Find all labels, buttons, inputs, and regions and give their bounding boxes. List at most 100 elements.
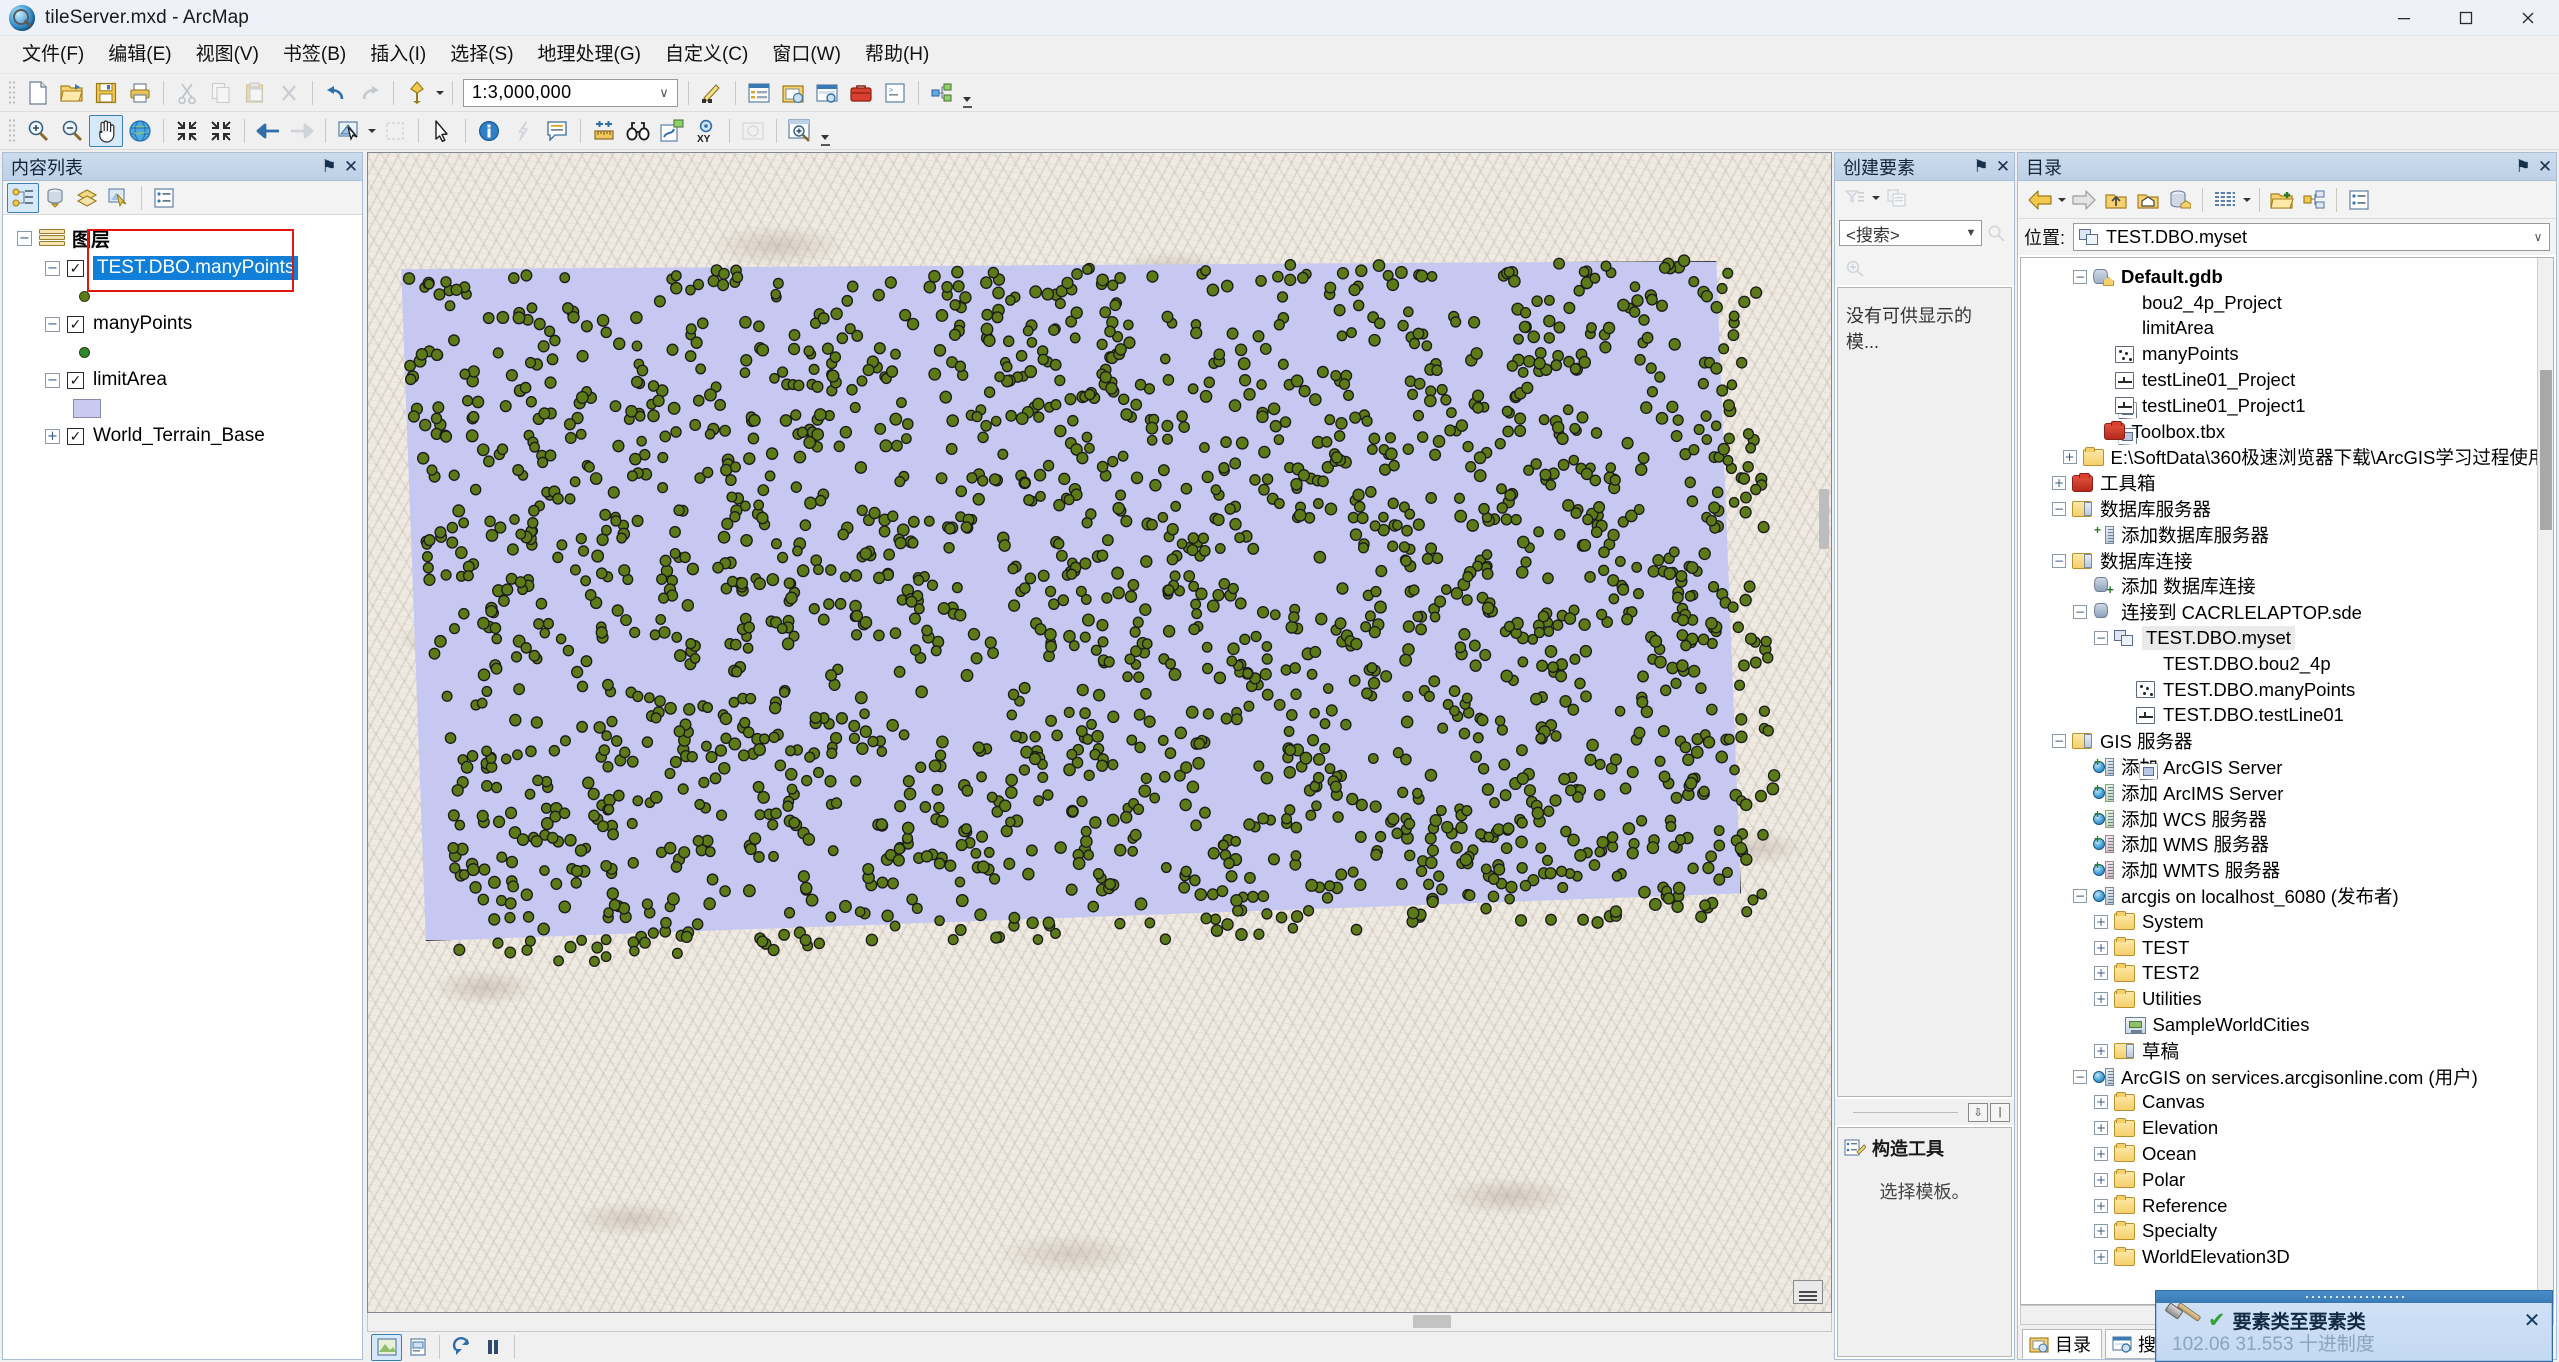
catalog-tree-item[interactable]: − Default.gdb [2021,264,2553,290]
back-extent-icon[interactable] [251,115,285,147]
pause-drawing-icon[interactable] [477,1334,508,1361]
default-geodatabase-icon[interactable] [2164,184,2196,216]
expander-icon[interactable]: + [2094,1224,2108,1239]
menu-customize[interactable]: 自定义(C) [653,38,760,72]
expander-icon[interactable]: + [45,428,60,444]
toolbar-grip[interactable] [8,79,17,106]
toc-root-layers[interactable]: − 图层 [3,223,362,253]
catalog-tree-item[interactable]: manyPoints [2021,341,2553,367]
list-by-source-icon[interactable] [39,183,71,213]
tools-toolbar-overflow[interactable] [817,114,833,148]
chevron-down-icon[interactable]: ∨ [655,85,673,101]
minimize-button[interactable] [2373,0,2435,36]
menu-insert[interactable]: 插入(I) [358,38,438,72]
catalog-tree-item[interactable]: + Specialty [2021,1218,2553,1244]
catalog-tree-item[interactable]: + Elevation [2021,1115,2553,1141]
expander-icon[interactable]: + [2094,1095,2108,1110]
save-icon[interactable] [89,77,123,109]
toc-tree[interactable]: − 图层 − ✓ TEST.DBO.manyPoints − ✓ manyPoi… [3,215,362,1359]
catalog-tree-item[interactable]: − ArcGIS on services.arcgisonline.com (用户… [2021,1064,2553,1090]
add-data-dropdown-caret[interactable] [434,77,446,109]
layer-visibility-checkbox[interactable]: ✓ [67,427,84,445]
table-of-contents-icon[interactable] [742,77,776,109]
collapse-chevrons-icon[interactable]: ⇩ [1968,1102,1988,1122]
toast-drag-grip[interactable] [2156,1291,2552,1303]
toggle-contents-panel-icon[interactable] [2298,184,2330,216]
list-by-selection-icon[interactable] [103,183,135,213]
select-elements-icon[interactable] [425,115,459,147]
catalog-tree-item[interactable]: + 添加 ArcIMS Server [2021,780,2553,806]
select-features-dropdown-caret[interactable] [366,115,378,147]
menu-window[interactable]: 窗口(W) [760,38,853,72]
go-to-xy-icon[interactable]: XY [689,115,723,147]
create-template-icon[interactable] [1840,254,1870,282]
chevron-down-icon[interactable]: ▼ [1963,227,1979,239]
organize-templates-icon[interactable] [1882,184,1912,212]
catalog-tree-item[interactable]: + 添加 WCS 服务器 [2021,806,2553,832]
open-map-icon[interactable] [55,77,89,109]
select-features-icon[interactable] [332,115,366,147]
view-details-icon[interactable] [2209,184,2241,216]
html-popup-icon[interactable] [540,115,574,147]
layer-visibility-checkbox[interactable]: ✓ [67,259,84,277]
menu-bookmarks[interactable]: 书签(B) [271,38,358,72]
back-icon[interactable] [2024,184,2056,216]
filter-templates-icon[interactable] [1840,184,1870,212]
search-window-icon[interactable] [810,77,844,109]
expander-icon[interactable]: − [2052,553,2066,568]
expander-icon[interactable]: − [2052,734,2066,749]
map-horizontal-scrollbar[interactable] [367,1313,1832,1332]
tools-toolbar-grip[interactable] [8,117,17,144]
editor-toolbar-icon[interactable] [695,77,729,109]
catalog-tree-item[interactable]: + 添加 WMS 服务器 [2021,832,2553,858]
search-icon[interactable] [1982,220,2010,246]
menu-help[interactable]: 帮助(H) [853,38,941,72]
layout-view-icon[interactable] [402,1334,433,1361]
find-icon[interactable] [621,115,655,147]
print-icon[interactable] [123,77,157,109]
home-folder-icon[interactable] [2132,184,2164,216]
close-button[interactable] [2497,0,2559,36]
measure-icon[interactable] [587,115,621,147]
toast-close-icon[interactable]: ✕ [2520,1308,2544,1333]
catalog-tree-item[interactable]: − TEST.DBO.myset [2021,625,2553,651]
toc-layer-test-dbo-manypoints[interactable]: − ✓ TEST.DBO.manyPoints [3,253,362,283]
catalog-tree[interactable]: − Default.gdb bou2_4p_Project limitArea many… [2020,257,2554,1305]
view-dropdown-caret[interactable] [2241,184,2253,216]
catalog-tree-item[interactable]: + 添加 ArcGIS Server [2021,754,2553,780]
catalog-tree-item[interactable]: − 数据库连接 [2021,548,2553,574]
model-builder-icon[interactable] [925,77,959,109]
pan-icon[interactable] [89,114,123,147]
catalog-tree-item[interactable]: testLine01_Project [2021,367,2553,393]
expander-icon[interactable]: + [2094,914,2108,929]
expander-icon[interactable]: + [2062,450,2077,465]
redo-icon[interactable] [353,77,387,109]
catalog-tree-item[interactable]: bou2_4p_Project [2021,290,2553,420]
catalog-tree-item[interactable]: + Reference [2021,1193,2553,1219]
expander-icon[interactable]: − [45,260,60,276]
catalog-vertical-scrollbar-thumb[interactable] [2540,370,2552,530]
arctoolbox-icon[interactable] [844,77,878,109]
forward-icon[interactable] [2068,184,2100,216]
toc-options-icon[interactable] [148,183,180,213]
catalog-tree-item[interactable]: + 草稿 [2021,1038,2553,1064]
create-viewer-window-icon[interactable] [783,115,817,147]
undo-icon[interactable] [319,77,353,109]
expander-icon[interactable]: − [2094,631,2108,646]
zoom-in-icon[interactable] [21,115,55,147]
copy-icon[interactable] [204,77,238,109]
toc-layer-world-terrain-base[interactable]: + ✓ World_Terrain_Base [3,421,362,451]
forward-extent-icon[interactable] [285,115,319,147]
expander-icon[interactable]: − [17,230,32,246]
layer-visibility-checkbox[interactable]: ✓ [67,315,84,333]
standard-toolbar-overflow[interactable] [959,76,975,110]
expander-icon[interactable]: − [45,372,60,388]
catalog-tree-item[interactable]: + 添加 数据库连接 [2021,574,2553,600]
expander-icon[interactable]: + [2094,940,2108,955]
back-dropdown-caret[interactable] [2056,184,2068,216]
toc-close-icon[interactable]: ✕ [340,157,362,177]
expander-icon[interactable]: − [2073,269,2087,284]
find-route-icon[interactable] [655,115,689,147]
up-one-level-icon[interactable] [2100,184,2132,216]
connect-to-folder-icon[interactable] [2266,184,2298,216]
